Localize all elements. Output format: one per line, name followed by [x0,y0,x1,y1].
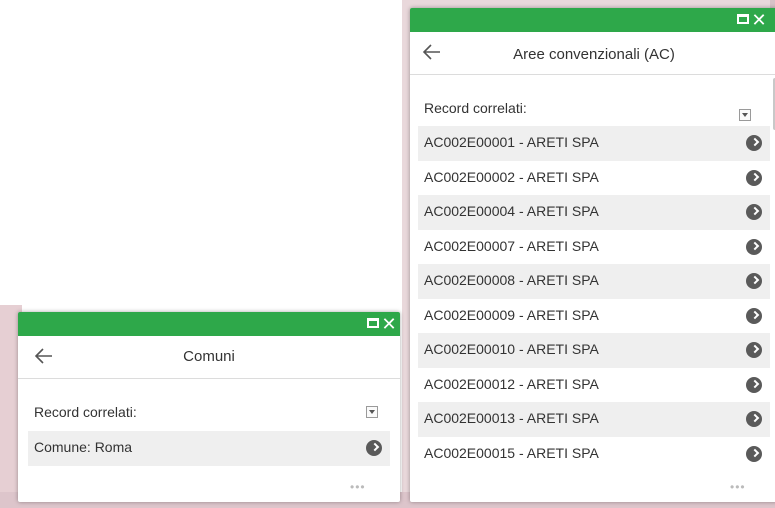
list-item-label: AC002E00008 - ARETI SPA [424,272,599,288]
list-item[interactable]: Comune: Roma [28,431,390,466]
popup-titlebar: ✕ [18,312,400,336]
related-records-label: Record correlati: [34,404,137,420]
dropdown-icon[interactable] [366,406,378,418]
go-arrow-icon[interactable] [746,204,762,220]
go-arrow-icon[interactable] [746,376,762,393]
list-item[interactable]: AC002E00010 - ARETI SPA [418,333,770,368]
list-item[interactable]: AC002E00004 - ARETI SPA [418,195,770,230]
list-item-label: AC002E00002 - ARETI SPA [424,168,599,185]
list-item[interactable]: AC002E00012 - ARETI SPA [418,368,770,403]
dropdown-icon[interactable] [739,109,751,121]
go-arrow-icon[interactable] [746,273,762,289]
more-options-button[interactable]: ••• [730,480,746,494]
list-item[interactable]: AC002E00015 - ARETI SPA [418,437,770,472]
popup-titlebar: ✕ [410,8,775,32]
popup-aree-convenzionali: ✕ Aree convenzionali (AC) Record correla… [410,8,775,502]
popup-title: Comuni [183,348,235,365]
list-item-label: AC002E00012 - ARETI SPA [424,375,599,392]
list-item-label: AC002E00010 - ARETI SPA [424,341,599,357]
go-arrow-icon[interactable] [746,445,762,462]
back-arrow-icon[interactable] [32,344,56,368]
maximize-icon[interactable] [737,14,749,24]
list-item[interactable]: AC002E00009 - ARETI SPA [418,299,770,334]
back-arrow-icon[interactable] [420,40,444,64]
go-arrow-icon[interactable] [746,238,762,255]
go-arrow-icon[interactable] [746,307,762,324]
list-item-label: AC002E00001 - ARETI SPA [424,134,599,150]
list-item[interactable]: AC002E00001 - ARETI SPA [418,126,770,161]
go-arrow-icon[interactable] [746,135,762,151]
related-records-label: Record correlati: [424,100,527,116]
related-records-list: Comune: Roma [28,431,390,466]
list-item[interactable]: AC002E00013 - ARETI SPA [418,402,770,437]
list-item[interactable]: AC002E00007 - ARETI SPA [418,230,770,265]
more-options-button[interactable]: ••• [350,480,366,494]
close-icon[interactable]: ✕ [380,314,398,334]
go-arrow-icon[interactable] [366,440,382,456]
go-arrow-icon[interactable] [746,169,762,186]
related-records-list: AC002E00001 - ARETI SPA AC002E00002 - AR… [418,126,770,471]
list-item-label: Comune: Roma [34,439,133,455]
popup-header: Aree convenzionali (AC) [410,32,775,75]
maximize-icon[interactable] [367,318,379,328]
list-item[interactable]: AC002E00002 - ARETI SPA [418,161,770,196]
list-item-label: AC002E00013 - ARETI SPA [424,410,599,426]
popup-comuni: ✕ Comuni Record correlati: Comune: Roma … [18,312,400,502]
close-icon[interactable]: ✕ [750,10,768,30]
list-item[interactable]: AC002E00008 - ARETI SPA [418,264,770,299]
go-arrow-icon[interactable] [746,342,762,358]
list-item-label: AC002E00015 - ARETI SPA [424,444,599,461]
popup-title: Aree convenzionali (AC) [513,46,675,63]
go-arrow-icon[interactable] [746,411,762,427]
popup-header: Comuni [18,336,400,379]
list-item-label: AC002E00009 - ARETI SPA [424,306,599,323]
list-item-label: AC002E00004 - ARETI SPA [424,203,599,219]
list-item-label: AC002E00007 - ARETI SPA [424,237,599,254]
